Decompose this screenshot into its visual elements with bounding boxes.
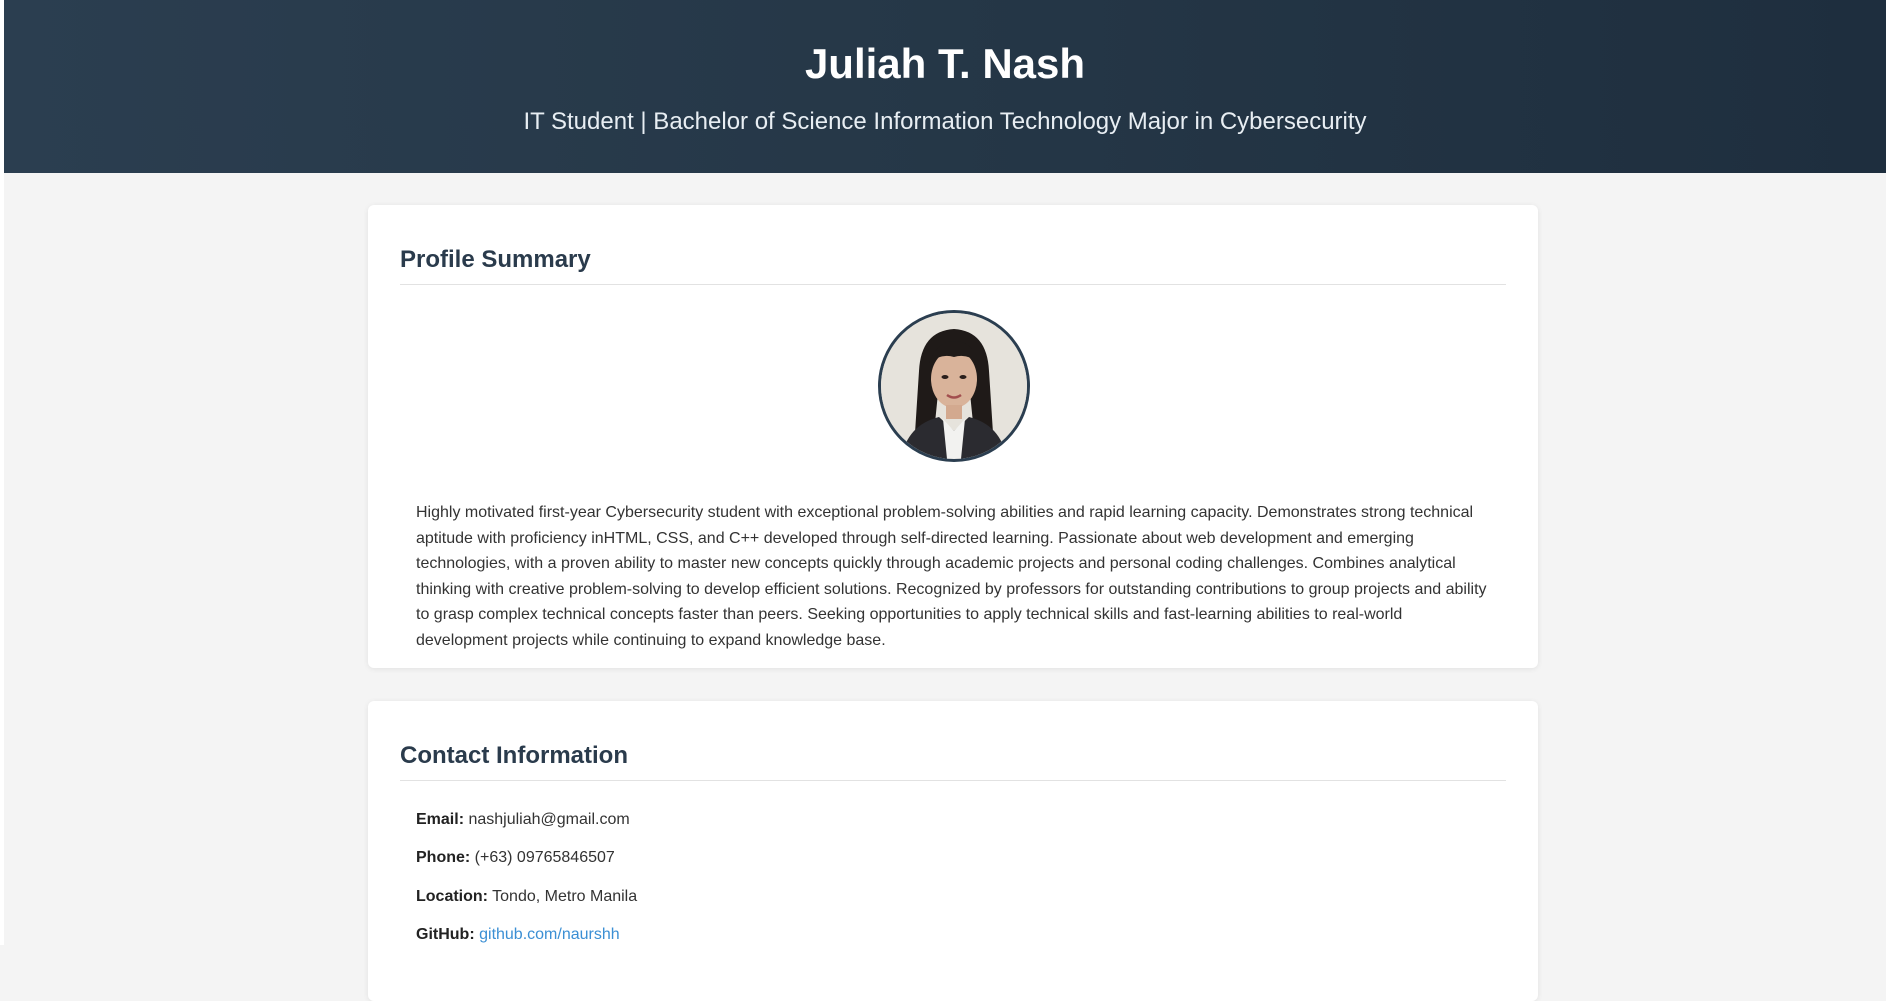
contact-information-heading: Contact Information [400, 742, 628, 769]
profile-summary-heading: Profile Summary [400, 246, 591, 273]
contact-github-row: GitHub: github.com/naurshh [416, 924, 620, 946]
contact-email-row: Email: nashjuliah@gmail.com [416, 809, 630, 831]
avatar [878, 310, 1030, 462]
email-value: nashjuliah@gmail.com [468, 811, 630, 828]
profile-summary-card: Profile Summary Highly motivated first-y… [368, 205, 1538, 668]
profile-summary-text: Highly motivated first-year Cybersecurit… [416, 504, 1487, 649]
contact-location-row: Location: Tondo, Metro Manila [416, 886, 637, 908]
github-label: GitHub: [416, 926, 475, 943]
contact-information-card: Contact Information Email: nashjuliah@gm… [368, 701, 1538, 1001]
profile-photo [881, 313, 1027, 459]
location-value: Tondo, Metro Manila [492, 888, 638, 905]
page: Juliah T. Nash IT Student | Bachelor of … [0, 0, 1886, 1001]
github-link[interactable]: github.com/naurshh [479, 926, 620, 943]
page-title: Juliah T. Nash [804, 40, 1086, 87]
section-divider [400, 780, 1506, 781]
phone-value: (+63) 09765846507 [474, 849, 615, 866]
contact-phone-row: Phone: (+63) 09765846507 [416, 847, 615, 869]
page-header: Juliah T. Nash IT Student | Bachelor of … [4, 0, 1886, 173]
email-label: Email: [416, 811, 465, 828]
section-divider [400, 284, 1506, 285]
phone-label: Phone: [416, 849, 471, 866]
location-label: Location: [416, 888, 488, 905]
page-subtitle: IT Student | Bachelor of Science Informa… [523, 108, 1367, 135]
